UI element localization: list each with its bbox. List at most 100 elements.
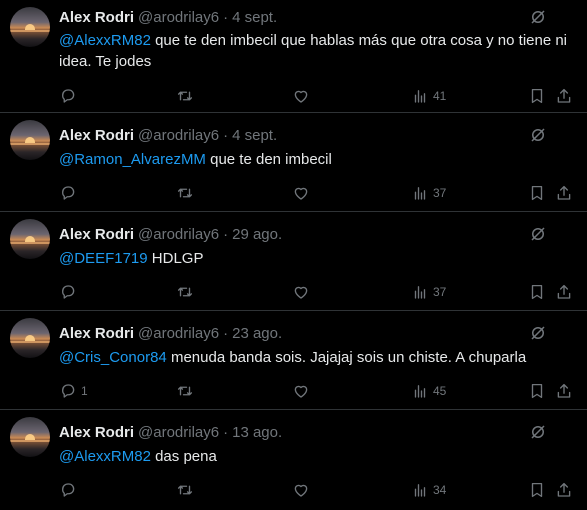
like-button[interactable] [292, 381, 310, 401]
share-button[interactable] [555, 183, 573, 203]
tweet-text: @DEEF1719 HDLGP [59, 248, 571, 269]
user-handle[interactable]: @arodrilay6 [138, 127, 219, 144]
tweet[interactable]: Alex Rodri @arodrilay6 · 4 sept. @AlexxR… [0, 0, 587, 113]
separator: · [223, 8, 229, 26]
share-button[interactable] [555, 282, 573, 302]
grok-icon[interactable] [529, 225, 547, 243]
tweet-text: @AlexxRM82 que te den imbecil que hablas… [59, 30, 571, 72]
grok-icon[interactable] [529, 126, 547, 144]
reply-icon [62, 384, 75, 398]
like-button[interactable] [292, 480, 310, 500]
like-button[interactable] [292, 282, 310, 302]
tweet-date[interactable]: 23 ago. [232, 325, 282, 342]
heart-icon [294, 484, 308, 497]
reply-button[interactable] [59, 86, 81, 106]
share-button[interactable] [555, 381, 573, 401]
display-name[interactable]: Alex Rodri [59, 325, 134, 342]
tweet[interactable]: Alex Rodri @arodrilay6 · 29 ago. @DEEF17… [0, 212, 587, 311]
reply-button[interactable]: 1 [59, 381, 88, 401]
grok-icon[interactable] [529, 324, 547, 342]
mention-link[interactable]: @DEEF1719 [59, 250, 148, 267]
separator: · [223, 126, 229, 144]
display-name[interactable]: Alex Rodri [59, 9, 134, 26]
tweet-header: Alex Rodri @arodrilay6 · 23 ago. [59, 311, 571, 344]
views-button[interactable]: 37 [411, 282, 446, 302]
tweet-actions: 41 [59, 86, 571, 116]
timeline: Alex Rodri @arodrilay6 · 4 sept. @AlexxR… [0, 0, 587, 506]
view-count: 41 [433, 89, 447, 103]
retweet-button[interactable] [176, 480, 194, 500]
bookmark-button[interactable] [528, 282, 546, 302]
grok-icon[interactable] [529, 8, 547, 26]
retweet-icon [177, 386, 193, 396]
mention-link[interactable]: @Ramon_AlvarezMM [59, 151, 206, 168]
display-name[interactable]: Alex Rodri [59, 424, 134, 441]
display-name[interactable]: Alex Rodri [59, 226, 134, 243]
separator: · [223, 423, 229, 441]
grok-icon[interactable] [529, 423, 547, 441]
tweet-body: que te den imbecil [205, 151, 332, 168]
tweet[interactable]: Alex Rodri @arodrilay6 · 13 ago. @AlexxR… [0, 410, 587, 506]
tweet[interactable]: Alex Rodri @arodrilay6 · 23 ago. @Cris_C… [0, 311, 587, 410]
heart-icon [294, 385, 308, 398]
user-handle[interactable]: @arodrilay6 [138, 325, 219, 342]
tweet-text: @Cris_Conor84 menuda banda sois. Jajajaj… [59, 347, 571, 368]
avatar[interactable] [10, 318, 50, 358]
like-button[interactable] [292, 183, 310, 203]
avatar[interactable] [10, 219, 50, 259]
retweet-icon [177, 188, 193, 198]
retweet-icon [177, 485, 193, 495]
share-button[interactable] [555, 480, 573, 500]
retweet-icon [177, 91, 193, 101]
reply-button[interactable] [59, 183, 81, 203]
user-handle[interactable]: @arodrilay6 [138, 226, 219, 243]
bookmark-button[interactable] [528, 480, 546, 500]
tweet-header: Alex Rodri @arodrilay6 · 4 sept. [59, 113, 571, 146]
views-icon [414, 484, 426, 497]
tweet-body: menuda banda sois. Jajajaj sois un chist… [166, 349, 527, 366]
retweet-button[interactable] [176, 282, 194, 302]
tweet-text: @Ramon_AlvarezMM que te den imbecil [59, 149, 571, 170]
mention-link[interactable]: @AlexxRM82 [59, 448, 151, 465]
reply-icon [62, 89, 75, 103]
bookmark-icon [531, 482, 543, 498]
views-button[interactable]: 34 [411, 480, 446, 500]
bookmark-button[interactable] [528, 381, 546, 401]
mention-link[interactable]: @AlexxRM82 [59, 32, 151, 49]
share-icon [557, 185, 571, 200]
reply-icon [62, 186, 75, 200]
share-button[interactable] [555, 86, 573, 106]
tweet-date[interactable]: 13 ago. [232, 424, 282, 441]
view-count: 45 [433, 384, 447, 398]
reply-icon [62, 285, 75, 299]
bookmark-button[interactable] [528, 183, 546, 203]
avatar[interactable] [10, 7, 50, 47]
tweet-actions: 37 [59, 183, 571, 213]
reply-button[interactable] [59, 480, 81, 500]
retweet-button[interactable] [176, 183, 194, 203]
tweet-body: HDLGP [147, 250, 204, 267]
tweet-date[interactable]: 4 sept. [232, 127, 277, 144]
reply-button[interactable] [59, 282, 81, 302]
tweet[interactable]: Alex Rodri @arodrilay6 · 4 sept. @Ramon_… [0, 113, 587, 212]
separator: · [223, 225, 229, 243]
tweet-date[interactable]: 4 sept. [232, 9, 277, 26]
bookmark-button[interactable] [528, 86, 546, 106]
display-name[interactable]: Alex Rodri [59, 127, 134, 144]
tweet-header: Alex Rodri @arodrilay6 · 29 ago. [59, 212, 571, 245]
retweet-button[interactable] [176, 381, 194, 401]
avatar[interactable] [10, 417, 50, 457]
heart-icon [294, 187, 308, 200]
avatar[interactable] [10, 120, 50, 160]
like-button[interactable] [292, 86, 310, 106]
views-button[interactable]: 45 [411, 381, 446, 401]
user-handle[interactable]: @arodrilay6 [138, 424, 219, 441]
views-button[interactable]: 37 [411, 183, 446, 203]
mention-link[interactable]: @Cris_Conor84 [59, 349, 167, 366]
retweet-button[interactable] [176, 86, 194, 106]
views-icon [414, 286, 426, 299]
views-button[interactable]: 41 [411, 86, 446, 106]
tweet-date[interactable]: 29 ago. [232, 226, 282, 243]
user-handle[interactable]: @arodrilay6 [138, 9, 219, 26]
bookmark-icon [531, 88, 543, 104]
